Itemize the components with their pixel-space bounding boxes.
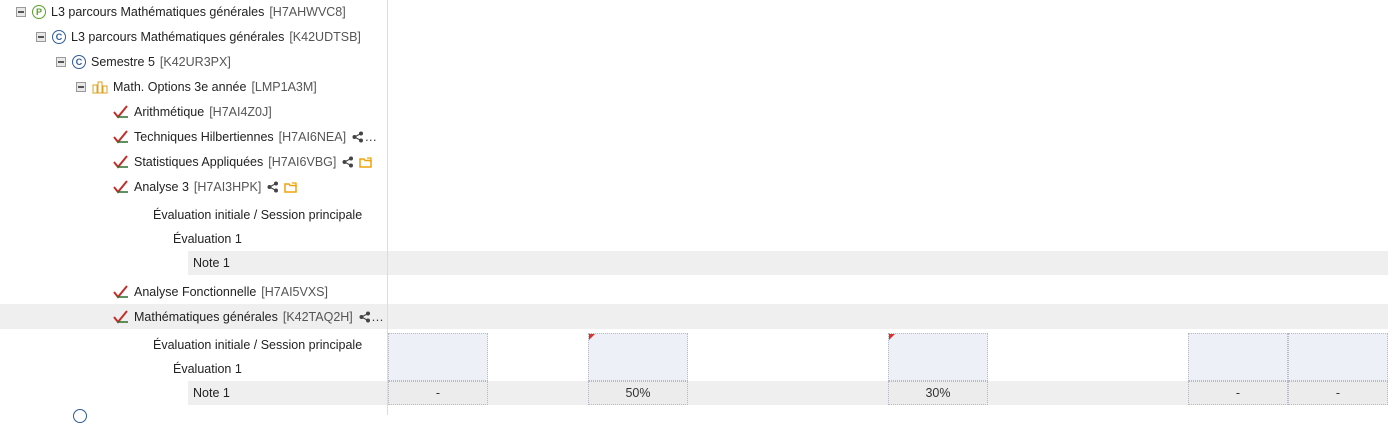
grade-cell[interactable]: - [1188, 381, 1288, 405]
grade-cell-header[interactable] [1188, 333, 1288, 381]
module-check-icon [113, 285, 129, 299]
tree-node-program[interactable]: P L3 parcours Mathématiques générales [H… [16, 0, 346, 24]
collapse-toggle[interactable] [36, 32, 46, 42]
tree-node-module[interactable]: Mathématiques générales [K42TAQ2H] ... [113, 305, 384, 329]
collapse-toggle[interactable] [76, 82, 86, 92]
program-badge-icon: P [32, 5, 46, 19]
export-folder-icon[interactable] [359, 156, 373, 168]
row-highlight [388, 251, 1388, 275]
module-check-icon [113, 155, 129, 169]
evaluation-label: Évaluation 1 [173, 232, 242, 246]
tree-node-option[interactable]: Math. Options 3e année [LMP1A3M] [76, 75, 317, 99]
node-code: [K42UDTSB] [289, 30, 361, 44]
evaluation-label: Évaluation 1 [173, 362, 242, 376]
node-label: Math. Options 3e année [113, 80, 247, 94]
node-code: [H7AI6VBG] [268, 155, 337, 169]
node-label: L3 parcours Mathématiques générales [71, 30, 285, 44]
tree-node-semester[interactable]: C Semestre 5 [K42UR3PX] [56, 50, 231, 74]
semester-badge-icon: C [72, 55, 86, 69]
tree-node-module[interactable]: Analyse Fonctionnelle [H7AI5VXS] [113, 280, 328, 304]
course-badge-icon: C [52, 30, 66, 44]
node-code: [K42TAQ2H] [282, 310, 353, 324]
share-icon[interactable] [267, 181, 279, 193]
grade-cell-header[interactable] [588, 333, 688, 381]
module-check-icon [113, 130, 129, 144]
more-ellipsis[interactable]: ... [372, 310, 384, 324]
note-label: Note 1 [193, 386, 230, 400]
module-check-icon [113, 105, 129, 119]
next-node-badge-icon [73, 409, 87, 423]
node-code: [H7AI5VXS] [261, 285, 328, 299]
node-code: [H7AI4Z0J] [209, 105, 272, 119]
node-code: [H7AI3HPK] [193, 180, 262, 194]
node-label: Statistiques Appliquées [134, 155, 264, 169]
grade-cell[interactable]: - [1288, 381, 1388, 405]
node-label: Techniques Hilbertiennes [134, 130, 274, 144]
session-label: Évaluation initiale / Session principale [153, 208, 363, 222]
share-icon[interactable] [359, 311, 371, 323]
export-folder-icon[interactable] [284, 181, 298, 193]
grade-cell-header[interactable] [1288, 333, 1388, 381]
grade-cell-header[interactable] [388, 333, 488, 381]
node-code: [K42UR3PX] [159, 55, 231, 69]
grade-cell[interactable]: 50% [588, 381, 688, 405]
tree-node-module[interactable]: Analyse 3 [H7AI3HPK] [113, 175, 298, 199]
grade-cell[interactable]: 30% [888, 381, 988, 405]
grades-grid: - 50% 30% - - [388, 0, 1388, 415]
session-label: Évaluation initiale / Session principale [153, 338, 363, 352]
module-check-icon [113, 180, 129, 194]
note-label: Note 1 [193, 256, 230, 270]
collapse-toggle[interactable] [16, 7, 26, 17]
tree-node-module[interactable]: Arithmétique [H7AI4Z0J] [113, 100, 272, 124]
tree-node-module[interactable]: Techniques Hilbertiennes [H7AI6NEA] ... [113, 125, 377, 149]
node-label: Analyse 3 [134, 180, 189, 194]
option-list-icon [92, 80, 108, 94]
node-code: [LMP1A3M] [251, 80, 317, 94]
module-check-icon [113, 310, 129, 324]
grade-cell[interactable]: - [388, 381, 488, 405]
tree-node-module[interactable]: Statistiques Appliquées [H7AI6VBG] [113, 150, 373, 174]
warning-flag-icon [589, 334, 595, 340]
node-code: [H7AHWVC8] [269, 5, 346, 19]
more-ellipsis[interactable]: ... [365, 130, 377, 144]
warning-flag-icon [889, 334, 895, 340]
collapse-toggle[interactable] [56, 57, 66, 67]
node-label: Mathématiques générales [134, 310, 278, 324]
node-label: Arithmétique [134, 105, 205, 119]
tree-node-course[interactable]: C L3 parcours Mathématiques générales [K… [36, 25, 361, 49]
structure-tree: P L3 parcours Mathématiques générales [H… [0, 0, 388, 423]
node-code: [H7AI6NEA] [278, 130, 347, 144]
node-label: Semestre 5 [91, 55, 155, 69]
grade-cell-header[interactable] [888, 333, 988, 381]
node-label: L3 parcours Mathématiques générales [51, 5, 265, 19]
row-highlight [388, 304, 1388, 329]
share-icon[interactable] [352, 131, 364, 143]
node-label: Analyse Fonctionnelle [134, 285, 257, 299]
share-icon[interactable] [342, 156, 354, 168]
